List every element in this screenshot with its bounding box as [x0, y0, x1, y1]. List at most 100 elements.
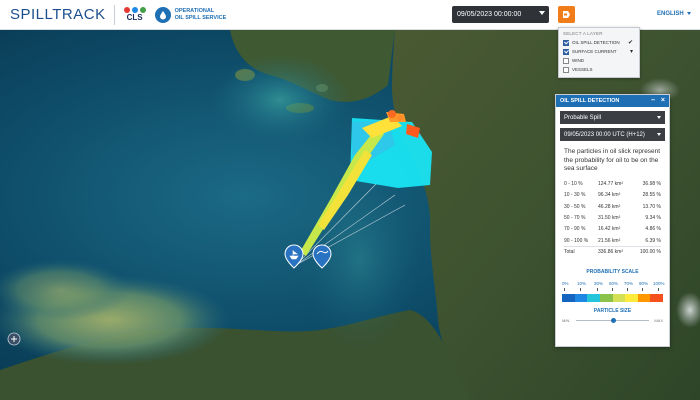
layer-item-vessels[interactable]: VESSELS	[563, 65, 635, 74]
area-cell: 46.28 km²	[598, 203, 621, 210]
range-cell: 50 - 70 %	[564, 215, 586, 222]
date-value: 09/05/2023 00:00:00	[457, 11, 522, 18]
header-divider	[113, 4, 115, 25]
forecast-time-value: 09/05/2023 00:00 UTC (H+12)	[564, 131, 645, 138]
layer-item-wind[interactable]: WIND	[563, 56, 635, 65]
percent-cell: 36.98 %	[642, 181, 661, 188]
ruler-icon[interactable]	[7, 332, 21, 346]
scale-color-segment	[650, 293, 663, 302]
scale-label: 50%	[609, 280, 619, 286]
scale-color-segment	[562, 293, 575, 302]
probability-scale-ticks	[562, 287, 663, 292]
oss-logo-text: OPERATIONAL OIL SPILL SERVICE	[175, 8, 227, 21]
area-cell: 21.56 km²	[598, 237, 621, 244]
share-icon	[638, 10, 647, 19]
edit-button[interactable]	[577, 6, 594, 23]
oil-spill-panel: OIL SPILL DETECTION – × Probable Spill 0…	[555, 94, 670, 347]
layer-label: WIND	[572, 58, 584, 63]
scale-color-segment	[625, 293, 638, 302]
draw-button[interactable]	[596, 6, 613, 23]
panel-description: The particles in oil slick represent the…	[564, 148, 661, 172]
table-row: 70 - 90 % 16.42 km² 4.86 %	[564, 224, 661, 235]
table-row: 0 - 10 % 124.77 km² 36.98 %	[564, 179, 661, 190]
area-cell: 31.50 km²	[598, 215, 621, 222]
table-row: 10 - 30 % 96.34 km² 28.55 %	[564, 190, 661, 201]
language-selector[interactable]: ENGLISH	[657, 11, 691, 17]
shallow-water	[210, 55, 350, 145]
scale-color-segment	[612, 293, 626, 302]
size-min-label: MIN	[562, 317, 570, 323]
area-cell: 16.42 km²	[598, 226, 621, 233]
download-button[interactable]	[615, 6, 632, 23]
download-icon	[620, 10, 627, 19]
cls-logo: CLS	[123, 7, 147, 22]
scale-color-segment	[587, 293, 600, 302]
total-label: Total	[564, 249, 575, 256]
oss-line-2: OIL SPILL SERVICE	[174, 14, 227, 21]
close-icon[interactable]: ×	[661, 97, 665, 104]
slider-handle[interactable]	[611, 317, 616, 323]
size-max-label: MAX	[654, 317, 663, 323]
chevron-down-icon	[657, 116, 661, 119]
total-row: Total 336.86 km² 100.00 %	[564, 246, 661, 257]
app-brand[interactable]: SPILLTRACK	[10, 6, 106, 23]
date-selector[interactable]: 09/05/2023 00:00:00	[452, 6, 549, 23]
scale-label: 100%	[653, 280, 665, 286]
range-cell: 70 - 90 %	[564, 226, 586, 233]
area-cell: 96.34 km²	[598, 192, 621, 199]
layer-label: VESSELS	[572, 67, 593, 72]
layer-item-oil-spill[interactable]: OIL SPILL DETECTION ✔	[563, 38, 635, 47]
checkbox[interactable]	[563, 66, 569, 73]
percent-cell: 28.55 %	[642, 192, 661, 199]
layers-icon	[563, 11, 570, 18]
scale-color-segment	[599, 293, 613, 302]
checkbox[interactable]	[563, 39, 569, 46]
percent-cell: 13.70 %	[642, 203, 661, 210]
scale-label: 10%	[577, 280, 587, 286]
probability-table: 0 - 10 % 124.77 km² 36.98 % 10 - 30 % 96.34…	[564, 179, 661, 258]
percent-cell: 4.86 %	[645, 226, 661, 233]
layer-label: OIL SPILL DETECTION	[572, 40, 620, 45]
layer-label: SURFACE CURRENT	[572, 49, 617, 54]
forecast-time-select[interactable]: 09/05/2023 00:00 UTC (H+12)	[560, 128, 665, 141]
panel-title: OIL SPILL DETECTION	[560, 98, 620, 104]
pen-icon	[601, 11, 608, 18]
minimize-icon[interactable]: –	[651, 97, 655, 104]
edit-icon	[581, 10, 590, 19]
table-row: 90 - 100 % 21.56 km² 6.39 %	[564, 235, 661, 246]
scale-label: 30%	[594, 280, 604, 286]
scale-label: 90%	[639, 280, 649, 286]
checkbox[interactable]	[563, 48, 569, 55]
range-cell: 10 - 30 %	[564, 192, 586, 199]
language-value: ENGLISH	[657, 11, 684, 17]
total-area: 336.86 km²	[598, 249, 624, 256]
range-cell: 90 - 100 %	[564, 237, 589, 244]
oil-drop-icon	[154, 6, 171, 23]
particle-size-slider[interactable]: MIN MAX	[562, 317, 663, 325]
layers-button[interactable]	[558, 6, 575, 23]
spill-mode-value: Probable Spill	[564, 114, 602, 121]
scale-label: 0%	[562, 280, 569, 286]
share-button[interactable]	[634, 6, 651, 23]
table-row: 50 - 70 % 31.50 km² 9.34 %	[564, 212, 661, 223]
total-percent: 100.00 %	[639, 249, 661, 256]
percent-cell: 9.34 %	[645, 215, 661, 222]
chevron-down-icon	[657, 133, 661, 136]
chevron-down-icon: ▾	[629, 49, 633, 55]
layer-menu-title: SELECT A LAYER	[563, 31, 603, 36]
range-cell: 0 - 10 %	[564, 181, 583, 188]
range-cell: 30 - 50 %	[564, 203, 586, 210]
area-cell: 124.77 km²	[598, 181, 624, 188]
probability-scale-labels: 0% 10% 30% 50% 70% 90% 100%	[562, 280, 665, 288]
layer-item-surface-current[interactable]: SURFACE CURRENT ▾	[563, 47, 635, 56]
scale-color-segment	[637, 293, 651, 302]
percent-cell: 6.39 %	[645, 237, 661, 244]
spill-mode-select[interactable]: Probable Spill	[560, 111, 665, 124]
layer-menu: SELECT A LAYER OIL SPILL DETECTION ✔ SUR…	[558, 27, 640, 78]
chevron-down-icon	[539, 11, 545, 15]
probability-scale-title: PROBABILITY SCALE	[586, 268, 639, 275]
scale-color-segment	[574, 293, 588, 302]
cls-logo-text: CLS	[126, 13, 143, 22]
table-row: 30 - 50 % 46.28 km² 13.70 %	[564, 201, 661, 212]
checkbox[interactable]	[563, 57, 569, 64]
